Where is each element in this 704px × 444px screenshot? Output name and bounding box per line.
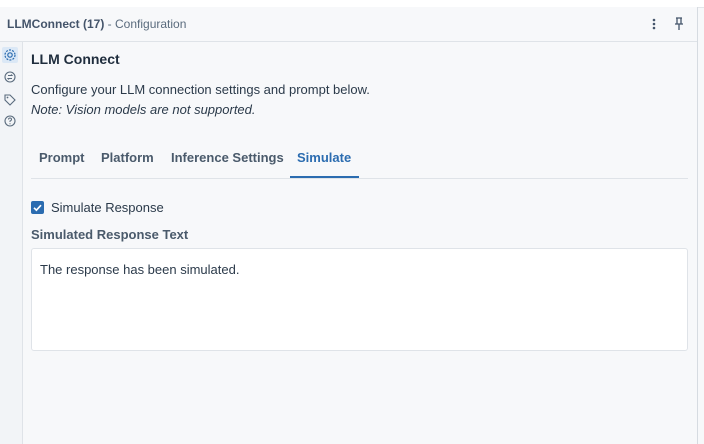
panel-right-border [697, 7, 698, 444]
side-rail [0, 42, 23, 444]
window-title: LLMConnect (17) - Configuration [7, 17, 186, 31]
configuration-panel: LLM Connect Configure your LLM connectio… [23, 42, 698, 444]
swap-icon[interactable] [2, 69, 18, 85]
tag-icon[interactable] [2, 92, 18, 108]
panel-note: Note: Vision models are not supported. [31, 102, 256, 117]
checkmark-icon [33, 204, 42, 212]
help-icon[interactable] [2, 113, 18, 129]
active-tab-indicator [290, 176, 359, 178]
kebab-menu-icon[interactable] [648, 16, 660, 32]
tab-platform[interactable]: Platform [101, 150, 154, 165]
pin-icon[interactable] [672, 16, 686, 32]
tab-simulate[interactable]: Simulate [297, 150, 351, 165]
simulate-response-checkbox[interactable] [31, 201, 44, 214]
panel-heading: LLM Connect [31, 51, 120, 67]
tab-prompt[interactable]: Prompt [39, 150, 85, 165]
gear-icon[interactable] [2, 47, 18, 63]
simulated-response-text-label: Simulated Response Text [31, 227, 189, 242]
simulated-response-textarea[interactable]: The response has been simulated. [31, 248, 688, 351]
simulate-response-label: Simulate Response [51, 200, 164, 215]
simulated-response-value: The response has been simulated. [40, 262, 240, 277]
window-title-bar: LLMConnect (17) - Configuration [0, 7, 698, 42]
tab-bar: Prompt Platform Inference Settings Simul… [31, 138, 688, 179]
tab-inference-settings[interactable]: Inference Settings [171, 150, 284, 165]
panel-description: Configure your LLM connection settings a… [31, 82, 370, 97]
window-title-suffix: - Configuration [104, 17, 187, 31]
window-title-tool: LLMConnect (17) [7, 17, 105, 31]
